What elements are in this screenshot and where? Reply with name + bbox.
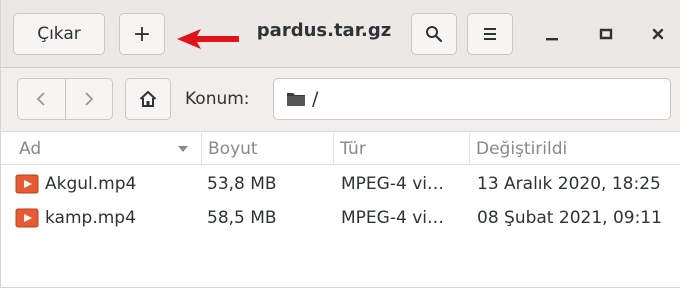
file-name-cell: Akgul.mp4 (15, 166, 201, 202)
location-entry[interactable]: / (273, 78, 671, 120)
column-header-name[interactable]: Ad (11, 133, 201, 165)
file-size: 58,5 MB (207, 208, 277, 228)
red-arrow-icon (177, 29, 239, 49)
location-label: Konum: (185, 89, 250, 109)
folder-icon (287, 93, 305, 106)
minimize-button[interactable] (537, 20, 567, 48)
column-header-name-label: Ad (19, 139, 42, 159)
sort-descending-icon (178, 146, 188, 152)
location-path: / (312, 88, 319, 110)
video-file-icon (15, 208, 39, 228)
file-row[interactable]: kamp.mp4 58,5 MB MPEG-4 vi… 08 Şubat 202… (1, 200, 680, 236)
column-header-type[interactable]: Tür (333, 133, 469, 165)
header-bar: Çıkar + pardus.tar.gz (1, 0, 680, 68)
search-icon (426, 26, 443, 43)
home-icon (139, 90, 157, 107)
file-type: MPEG-4 vi… (341, 174, 444, 194)
file-type: MPEG-4 vi… (341, 208, 444, 228)
video-file-icon (15, 174, 39, 194)
file-size: 53,8 MB (207, 174, 277, 194)
file-modified: 08 Şubat 2021, 09:11 (477, 208, 662, 228)
back-button[interactable] (18, 79, 65, 119)
forward-button[interactable] (64, 79, 113, 119)
file-row[interactable]: Akgul.mp4 53,8 MB MPEG-4 vi… 13 Aralık 2… (1, 166, 680, 202)
archive-manager-window: Çıkar + pardus.tar.gz Konum: / Ad Boyut … (0, 0, 680, 288)
file-name: kamp.mp4 (45, 208, 136, 228)
hamburger-menu-icon (484, 28, 496, 40)
search-button[interactable] (411, 13, 457, 55)
maximize-button[interactable] (591, 20, 621, 48)
column-header-bar: Ad Boyut Tür Değiştirildi (1, 133, 680, 165)
menu-button[interactable] (467, 13, 513, 55)
minimize-icon (546, 38, 558, 41)
location-bar: Konum: / (1, 68, 680, 132)
history-nav-group (17, 78, 113, 120)
chevron-left-icon (36, 92, 45, 106)
file-name-cell: kamp.mp4 (15, 200, 201, 236)
file-name: Akgul.mp4 (45, 174, 137, 194)
close-icon (652, 28, 664, 40)
eject-button[interactable]: Çıkar (13, 13, 105, 55)
add-files-button[interactable]: + (119, 13, 165, 55)
column-header-modified[interactable]: Değiştirildi (469, 133, 680, 165)
window-title: pardus.tar.gz (256, 20, 392, 41)
maximize-icon (599, 28, 613, 40)
home-button[interactable] (125, 78, 171, 120)
chevron-right-icon (85, 92, 94, 106)
file-modified: 13 Aralık 2020, 18:25 (477, 174, 661, 194)
close-button[interactable] (643, 20, 673, 48)
column-header-size[interactable]: Boyut (201, 133, 333, 165)
